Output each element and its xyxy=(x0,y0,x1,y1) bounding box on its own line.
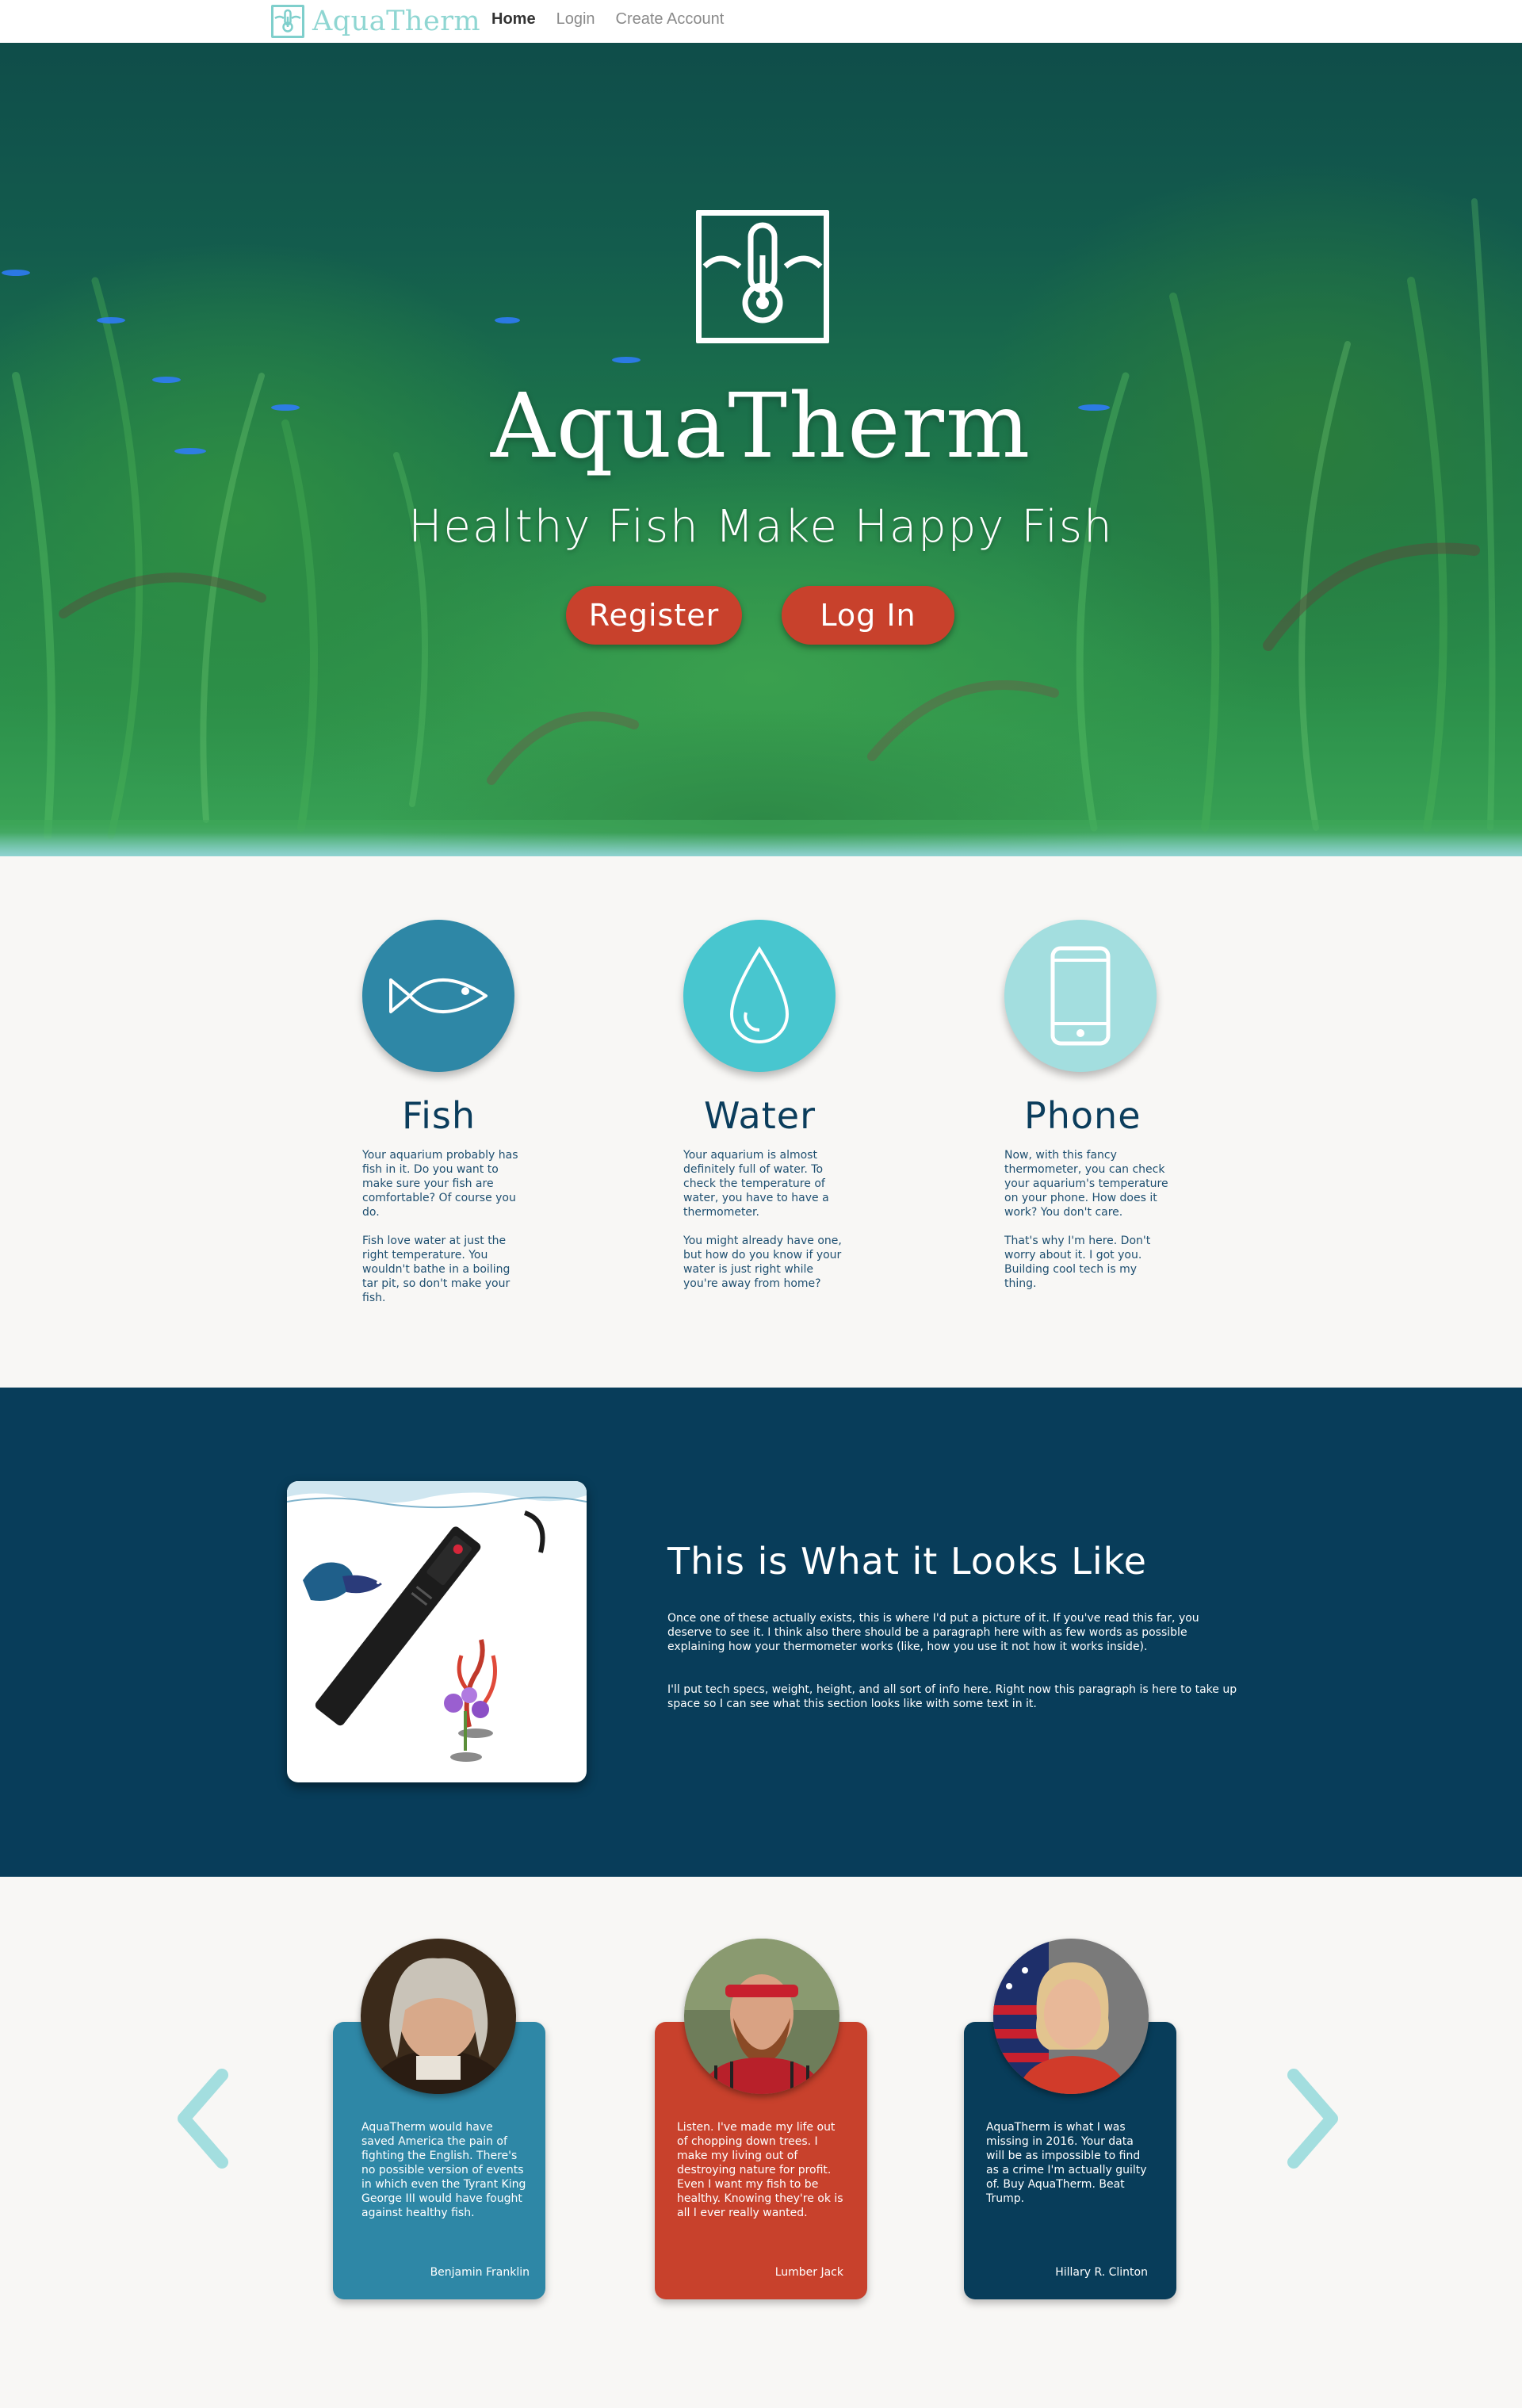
testimonial-author: Lumber Jack xyxy=(774,2266,843,2279)
fish-icon xyxy=(362,920,514,1072)
avatar xyxy=(361,1939,516,2094)
brand-link[interactable]: AquaTherm xyxy=(271,3,480,40)
testimonials-section: AquaTherm would have saved America the p… xyxy=(0,1877,1522,2408)
testimonial-author: Benjamin Franklin xyxy=(430,2266,530,2279)
nav-link-login[interactable]: Login xyxy=(556,10,595,29)
hero-subtitle: Healthy Fish Make Happy Fish xyxy=(408,501,1114,553)
feature-fish: Fish Your aquarium probably has fish in … xyxy=(362,920,545,1305)
product-image xyxy=(287,1481,587,1782)
register-button[interactable]: Register xyxy=(566,586,742,645)
thermometer-logo-icon xyxy=(696,210,829,343)
hero-title: AquaTherm xyxy=(490,375,1032,478)
nav-link-home[interactable]: Home xyxy=(491,10,536,29)
hero-section: AquaTherm Healthy Fish Make Happy Fish R… xyxy=(0,43,1522,856)
avatar xyxy=(684,1939,839,2094)
testimonial-quote: AquaTherm is what I was missing in 2016.… xyxy=(986,2121,1147,2205)
water-edge xyxy=(0,833,1522,856)
feature-text: Now, with this fancy thermometer, you ca… xyxy=(1004,1149,1168,1290)
chevron-right-icon[interactable] xyxy=(1281,2067,1344,2170)
testimonial-author: Hillary R. Clinton xyxy=(1055,2266,1148,2279)
feature-text: Your aquarium is almost definitely full … xyxy=(683,1149,842,1290)
product-heading: This is What it Looks Like xyxy=(667,1540,1147,1583)
testimonial-quote: Listen. I've made my life out of choppin… xyxy=(677,2121,843,2219)
thermometer-logo-icon xyxy=(271,5,304,38)
nav-link-create-account[interactable]: Create Account xyxy=(616,10,725,29)
nav-links: Home Login Create Account xyxy=(491,10,724,29)
brand-name: AquaTherm xyxy=(312,6,481,37)
feature-title: Phone xyxy=(1024,1094,1142,1137)
phone-icon xyxy=(1004,920,1157,1072)
avatar xyxy=(993,1939,1149,2094)
login-button[interactable]: Log In xyxy=(782,586,954,645)
feature-phone: Phone Now, with this fancy thermometer, … xyxy=(1004,920,1187,1291)
chevron-left-icon[interactable] xyxy=(171,2067,235,2170)
product-paragraph-1: Once one of these actually exists, this … xyxy=(667,1612,1199,1653)
features-section: Fish Your aquarium probably has fish in … xyxy=(0,856,1522,1388)
water-drop-icon xyxy=(683,920,836,1072)
feature-text: Your aquarium probably has fish in it. D… xyxy=(362,1149,518,1304)
feature-title: Water xyxy=(704,1094,816,1137)
feature-water: Water Your aquarium is almost definitely… xyxy=(683,920,866,1291)
testimonial-quote: AquaTherm would have saved America the p… xyxy=(361,2121,526,2219)
navbar: AquaTherm Home Login Create Account xyxy=(0,0,1522,43)
feature-title: Fish xyxy=(402,1094,476,1137)
product-section: This is What it Looks Like Once one of t… xyxy=(0,1388,1522,1877)
product-paragraph-2: I'll put tech specs, weight, height, and… xyxy=(667,1683,1237,1710)
